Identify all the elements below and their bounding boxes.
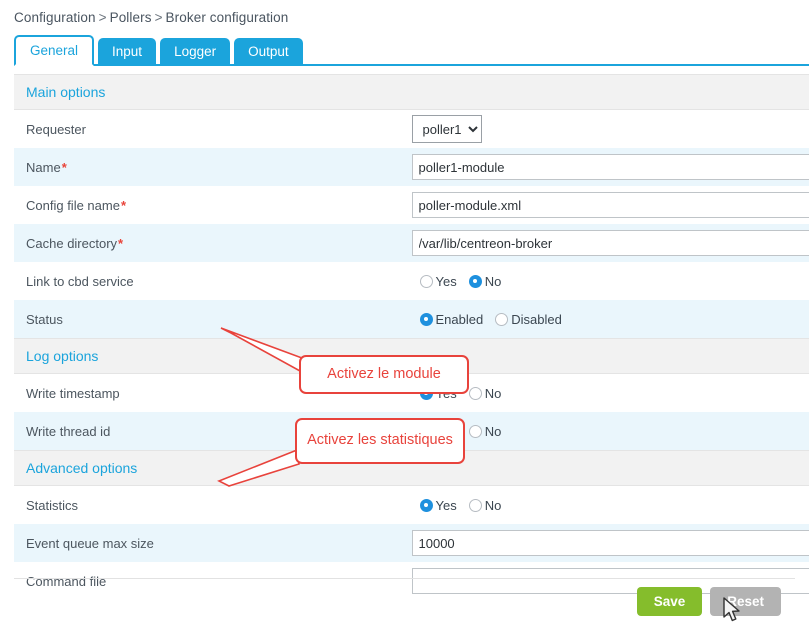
label-config-file-name: Config file name* [14,186,412,224]
section-main-options-label: Main options [14,75,809,110]
row-cache-directory: Cache directory* [14,224,809,262]
statistics-yes-radio[interactable] [420,499,433,512]
label-link-to-cbd-service: Link to cbd service [14,262,412,300]
status-disabled-radio[interactable] [495,313,508,326]
broker-configuration-form: Main options Requester poller1 Name* Con… [14,74,809,600]
tab-output[interactable]: Output [234,38,303,66]
reset-button[interactable]: Reset [710,587,781,616]
annotation-callout-statistics: Activez les statistiques [295,418,465,464]
status-enabled-radio[interactable] [420,313,433,326]
link-cbd-yes-label[interactable]: Yes [436,274,457,289]
statistics-radio-group: Yes No [412,498,809,513]
tab-bar: General Input Logger Output [14,33,809,66]
breadcrumb-item-pollers[interactable]: Pollers [110,10,152,25]
breadcrumb-separator: > [152,10,166,25]
requester-select[interactable]: poller1 [412,115,482,143]
row-status: Status Enabled Disabled [14,300,809,339]
row-config-file-name: Config file name* [14,186,809,224]
link-cbd-no-radio[interactable] [469,275,482,288]
statistics-yes-label[interactable]: Yes [436,498,457,513]
tab-general[interactable]: General [14,35,94,66]
label-name-text: Name [26,160,61,175]
form-table: Main options Requester poller1 Name* Con… [14,74,809,600]
row-name: Name* [14,148,809,186]
row-link-to-cbd-service: Link to cbd service Yes No [14,262,809,300]
label-cache-directory: Cache directory* [14,224,412,262]
status-enabled-label[interactable]: Enabled [436,312,484,327]
name-input[interactable] [412,154,809,180]
write-timestamp-radio-group: Yes No [412,386,809,401]
annotation-callout-module-text: Activez le module [327,366,441,384]
section-main-options: Main options [14,75,809,110]
label-requester: Requester [14,110,412,149]
tab-input[interactable]: Input [98,38,156,66]
status-radio-group: Enabled Disabled [412,312,809,327]
label-event-queue-max-size: Event queue max size [14,524,412,562]
statistics-no-label[interactable]: No [485,498,502,513]
form-action-bar: Save Reset [14,578,795,624]
label-status: Status [14,300,412,339]
write-timestamp-no-radio[interactable] [469,387,482,400]
label-cache-directory-text: Cache directory [26,236,117,251]
annotation-callout-statistics-text: Activez les statistiques [307,432,453,450]
annotation-callout-module: Activez le module [299,355,469,394]
link-cbd-no-label[interactable]: No [485,274,502,289]
status-disabled-label[interactable]: Disabled [511,312,562,327]
tab-logger[interactable]: Logger [160,38,230,66]
required-asterisk: * [61,160,67,175]
config-file-name-input[interactable] [412,192,809,218]
write-thread-id-no-label[interactable]: No [485,424,502,439]
row-event-queue-max-size: Event queue max size [14,524,809,562]
write-thread-id-no-radio[interactable] [469,425,482,438]
write-thread-id-radio-group: Yes No [412,424,809,439]
row-statistics: Statistics Yes No [14,486,809,525]
breadcrumb: Configuration>Pollers>Broker configurati… [0,0,809,33]
label-name: Name* [14,148,412,186]
cache-directory-input[interactable] [412,230,809,256]
event-queue-max-size-input[interactable] [412,530,809,556]
breadcrumb-item-broker-configuration: Broker configuration [166,10,289,25]
required-asterisk: * [120,198,126,213]
required-asterisk: * [117,236,123,251]
link-cbd-radio-group: Yes No [412,274,809,289]
statistics-no-radio[interactable] [469,499,482,512]
save-button[interactable]: Save [637,587,703,616]
label-statistics: Statistics [14,486,412,525]
breadcrumb-separator: > [96,10,110,25]
row-requester: Requester poller1 [14,110,809,149]
write-timestamp-no-label[interactable]: No [485,386,502,401]
link-cbd-yes-radio[interactable] [420,275,433,288]
label-config-file-name-text: Config file name [26,198,120,213]
breadcrumb-item-configuration[interactable]: Configuration [14,10,96,25]
